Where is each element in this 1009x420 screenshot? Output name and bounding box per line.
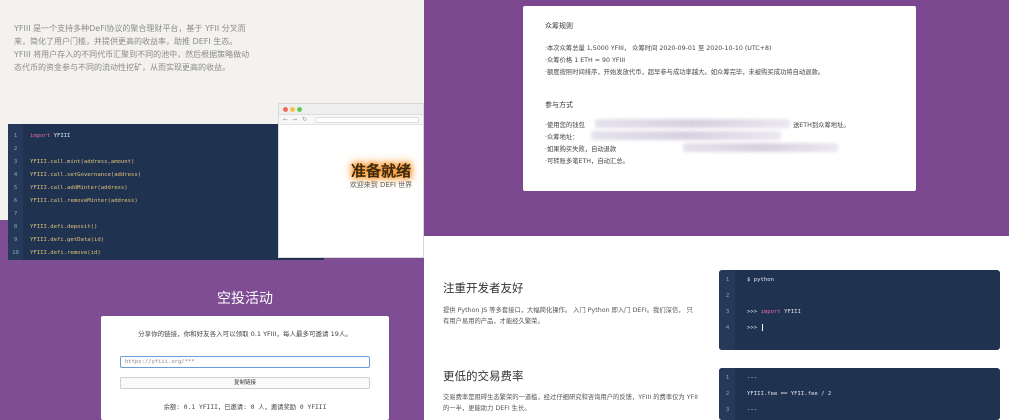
terminal-line: 1 $ python <box>719 272 1000 288</box>
redacted-blur <box>683 143 838 152</box>
code-text: YFIII.call.removeMinter(address) <box>30 198 138 204</box>
line-number: 2 <box>13 146 18 152</box>
terminal-line: 1 --- <box>719 370 1000 386</box>
code-line: 1 import YFIII <box>8 130 324 142</box>
terminal-line: 3 --- <box>719 402 1000 418</box>
terminal-text: >>> import YFIII <box>747 304 801 320</box>
reload-icon: ↻ <box>302 116 308 123</box>
code-text: YFIII.call.addMinter(address) <box>30 185 128 191</box>
copy-link-button[interactable]: 复制链接 <box>120 377 370 389</box>
code-line: 7 <box>8 208 324 220</box>
line-number: 1 <box>725 277 730 283</box>
code-token: YFIII <box>780 309 801 315</box>
python-terminal: 1 $ python 2 3 >>> import YFIII 4 >>> <box>719 270 1000 350</box>
step-line: ·可转账多笔ETH，自动汇总。 <box>545 158 629 165</box>
code-token: --- <box>747 407 758 413</box>
maximize-dot-icon <box>297 107 302 112</box>
fee-terminal: 1 --- 2 YFIII.fee == YFII.fee / 2 3 --- <box>719 368 1000 420</box>
code-line: 2 <box>8 143 324 155</box>
prompt-token: >>> <box>747 309 761 315</box>
step-line: 送ETH到众筹地址。 <box>793 122 850 129</box>
terminal-text: >>> <box>747 320 764 336</box>
code-text: import YFIII <box>30 130 70 142</box>
redacted-blur <box>595 119 790 128</box>
line-number: 7 <box>13 211 18 217</box>
code-line: 9 YFIII.defi.getData(id) <box>8 234 324 246</box>
code-line: 5 YFIII.call.addMinter(address) <box>8 182 324 194</box>
line-number: 1 <box>725 375 730 381</box>
code-editor: 1 import YFIII 2 3 YFIII.call.mint(address,a… <box>8 124 324 260</box>
code-line: 4 YFIII.call.setGovernance(address) <box>8 169 324 181</box>
text-cursor <box>762 324 764 331</box>
crowdfunding-card: 众筹规则 ·本次众筹总量 1,5000 YFIII， 众筹时间 2020-09-… <box>523 6 916 191</box>
code-keyword: import <box>30 133 51 139</box>
code-token: >>> <box>747 325 761 331</box>
referral-link-input[interactable]: https://yfiii.org/*** <box>120 356 370 368</box>
code-token: YFIII.fee == YFII.fee / 2 <box>747 391 832 397</box>
feature-description: 交易费率是阻碍生态繁荣的一道槛，经过仔细研究和咨询用户的反馈，YFIII 的费率… <box>443 394 698 412</box>
terminal-text: YFIII.fee == YFII.fee / 2 <box>747 386 831 402</box>
line-number: 3 <box>13 159 18 165</box>
code-keyword: import <box>760 309 781 315</box>
airdrop-title: 空投活动 <box>217 291 273 307</box>
code-line: 3 YFIII.call.mint(address,amount) <box>8 156 324 168</box>
terminal-text: --- <box>747 370 757 386</box>
line-number: 4 <box>725 325 730 331</box>
browser-navbar: ← → ↻ <box>279 115 423 125</box>
step-line: ·使用您的钱包 <box>545 122 585 129</box>
airdrop-card: 分享你的链接，你和好友各入可以领取 0.1 YFIII，每人最多可邀请 19人。… <box>101 316 389 420</box>
code-text: YFIII.defi.getData(id) <box>30 237 105 243</box>
rules-heading: 众筹规则 <box>545 22 573 30</box>
feature-title: 更低的交易费率 <box>443 369 524 383</box>
rule-line: ·众筹价格 1 ETH = 90 YFIII <box>545 57 626 64</box>
intro-paragraph: YFIII 是一个支持多种DeFi协议的聚合理财平台，基于 YFII 分叉而来，… <box>14 24 250 72</box>
code-text: YFIII.call.mint(address,amount) <box>30 159 135 165</box>
line-number: 2 <box>725 391 730 397</box>
line-number: 9 <box>13 237 18 243</box>
terminal-line: 2 <box>719 288 1000 304</box>
line-number: 1 <box>13 133 18 139</box>
rule-line: ·本次众筹总量 1,5000 YFIII， 众筹时间 2020-09-01 至 … <box>545 45 772 52</box>
line-number: 3 <box>725 407 730 413</box>
terminal-text: $ python <box>747 272 774 288</box>
feature-title: 注重开发者友好 <box>443 281 524 295</box>
terminal-line: 3 >>> import YFIII <box>719 304 1000 320</box>
airdrop-stats: 余额: 0.1 YFIII，已邀请: 0 人，邀请奖励 0 YFIII <box>163 404 327 411</box>
terminal-line: 4 >>> <box>719 320 1000 336</box>
browser-titlebar <box>279 104 423 115</box>
code-token: $ python <box>747 277 774 283</box>
code-line: 6 YFIII.call.removeMinter(address) <box>8 195 324 207</box>
step-line: ·众筹地址： <box>545 134 579 141</box>
code-text: YFIII.defi.remove(id) <box>30 250 101 256</box>
hero-title: 准备就绪 <box>350 162 411 180</box>
code-token: YFIII <box>50 133 71 139</box>
code-token: --- <box>747 375 758 381</box>
rule-line: ·额度按照时间排序，开始发放代币，超早参与成功率越大。如众筹完毕，未被购买成功将… <box>545 69 825 76</box>
line-number: 3 <box>725 309 730 315</box>
code-line: 10 YFIII.defi.remove(id) <box>8 247 324 259</box>
code-line: 8 YFIII.defi.deposit() <box>8 221 324 233</box>
redacted-address-blur <box>591 131 781 140</box>
line-number: 4 <box>13 172 18 178</box>
participate-heading: 参与方式 <box>545 101 573 109</box>
code-text: YFIII.defi.deposit() <box>30 224 98 230</box>
browser-url-bar <box>315 117 419 123</box>
forward-arrow-icon: → <box>292 116 298 123</box>
line-number: 5 <box>13 185 18 191</box>
line-number: 6 <box>13 198 18 204</box>
airdrop-description: 分享你的链接，你和好友各入可以领取 0.1 YFIII，每人最多可邀请 19人。 <box>138 330 352 338</box>
code-text: YFIII.call.setGovernance(address) <box>30 172 142 178</box>
step-line: ·如果购买失败，自动退款 <box>545 146 617 153</box>
terminal-line: 2 YFIII.fee == YFII.fee / 2 <box>719 386 1000 402</box>
hero-subtitle: 欢迎来到 DEFI 世界 <box>349 181 413 189</box>
back-arrow-icon: ← <box>283 116 289 123</box>
close-dot-icon <box>283 107 288 112</box>
line-number: 2 <box>725 293 730 299</box>
line-number: 10 <box>12 250 19 256</box>
terminal-text: --- <box>747 402 757 418</box>
minimize-dot-icon <box>290 107 295 112</box>
line-number: 8 <box>13 224 18 230</box>
feature-description: 提供 Python JS 等多套接口，大幅简化操作。 入门 Python 即入门… <box>443 307 693 325</box>
